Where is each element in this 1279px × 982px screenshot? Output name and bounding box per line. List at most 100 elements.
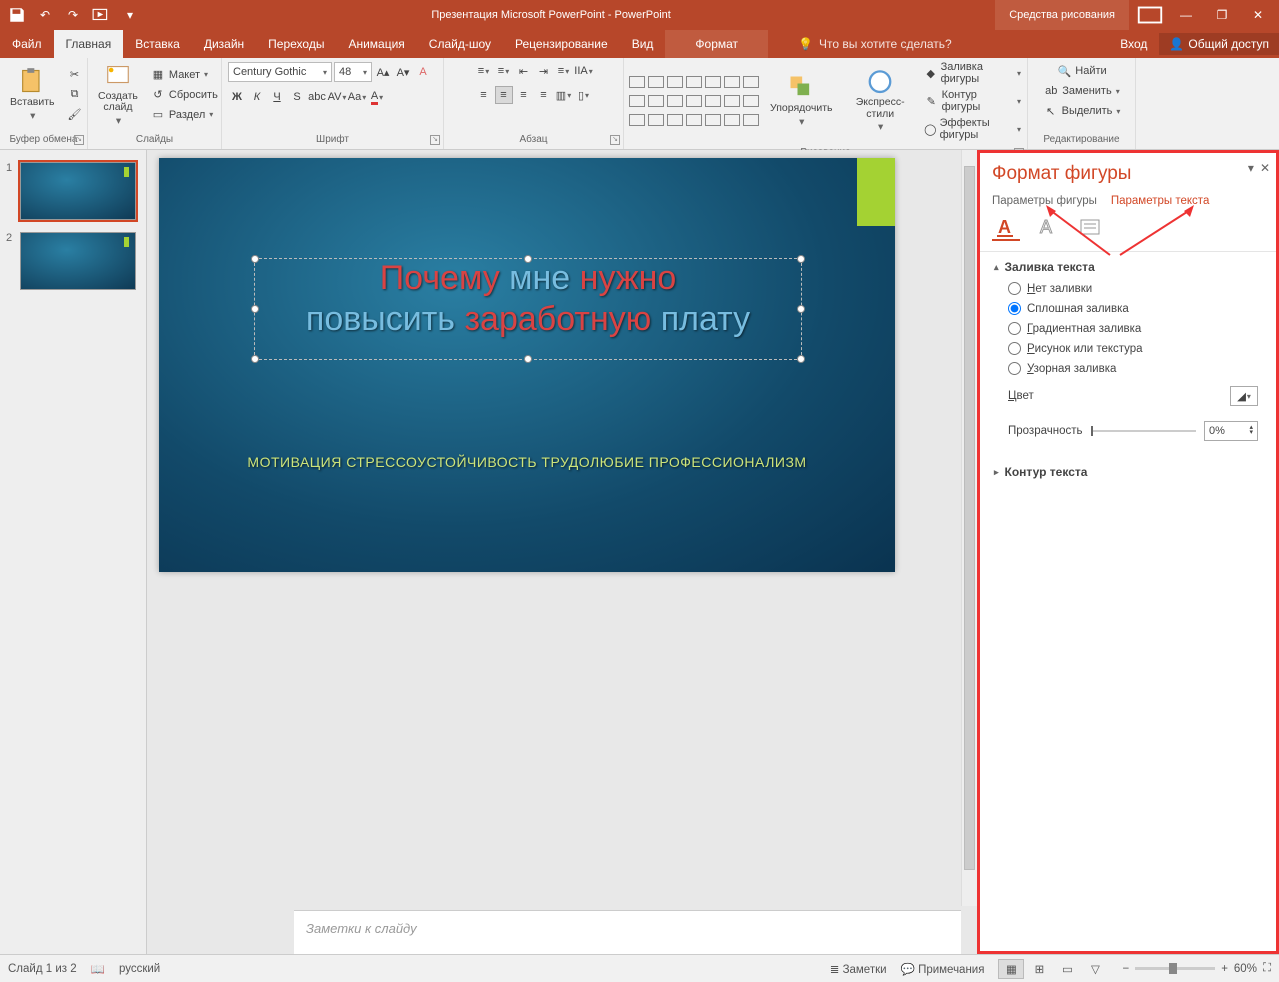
- minimize-icon[interactable]: —: [1171, 6, 1201, 24]
- text-fill-outline-icon[interactable]: A: [992, 215, 1020, 241]
- align-left-button[interactable]: ≡: [475, 86, 493, 104]
- fit-to-window-button[interactable]: ⛶: [1263, 962, 1271, 975]
- transparency-spinner[interactable]: 0%▴▾: [1204, 421, 1258, 441]
- bullets-button[interactable]: ≡▾: [475, 62, 493, 80]
- font-color-button[interactable]: A▾: [368, 88, 386, 106]
- tab-design[interactable]: Дизайн: [192, 30, 256, 58]
- sign-in-link[interactable]: Вход: [1108, 37, 1159, 51]
- comments-toggle[interactable]: 💬 Примечания: [901, 962, 985, 976]
- radio-no-fill[interactable]: Нет заливки: [1008, 282, 1258, 295]
- slideshow-view-button[interactable]: ▽: [1082, 959, 1108, 979]
- radio-gradient-fill[interactable]: Градиентная заливка: [1008, 322, 1258, 335]
- grow-font-button[interactable]: A▴: [374, 63, 392, 81]
- bold-button[interactable]: Ж: [228, 88, 246, 106]
- strikethrough-button[interactable]: S: [288, 88, 306, 106]
- numbering-button[interactable]: ≡▾: [495, 62, 513, 80]
- notes-toggle[interactable]: ≣ Заметки: [830, 962, 887, 976]
- slide-editor[interactable]: Почему мне нужно повысить заработную пла…: [147, 150, 977, 954]
- tab-home[interactable]: Главная: [54, 30, 124, 58]
- font-size-combo[interactable]: 48▾: [334, 62, 372, 82]
- zoom-in-button[interactable]: +: [1221, 963, 1228, 975]
- shrink-font-button[interactable]: A▾: [394, 63, 412, 81]
- char-spacing-button[interactable]: AV▾: [328, 88, 346, 106]
- tell-me-search[interactable]: 💡Что вы хотите сделать?: [798, 37, 952, 51]
- find-button[interactable]: 🔍Найти: [1054, 62, 1108, 80]
- shape-fill-button[interactable]: ◆Заливка фигуры▾: [922, 60, 1023, 86]
- tab-format[interactable]: Формат: [665, 30, 768, 58]
- paste-button[interactable]: Вставить▾: [4, 62, 61, 128]
- subtitle-textbox[interactable]: МОТИВАЦИЯ СТРЕССОУСТОЙЧИВОСТЬ ТРУДОЛЮБИЕ…: [159, 454, 895, 470]
- format-painter-button[interactable]: 🖌: [65, 106, 85, 124]
- tab-insert[interactable]: Вставка: [123, 30, 192, 58]
- slide-indicator[interactable]: Слайд 1 из 2: [8, 963, 77, 975]
- save-icon[interactable]: [8, 6, 26, 24]
- launcher-icon[interactable]: ↘: [610, 135, 620, 145]
- tab-animations[interactable]: Анимация: [336, 30, 416, 58]
- spellcheck-icon[interactable]: 📖: [91, 962, 105, 976]
- textbox-icon[interactable]: [1076, 215, 1104, 241]
- color-picker-button[interactable]: ◢▾: [1230, 386, 1258, 406]
- change-case-button[interactable]: Aa▾: [348, 88, 366, 106]
- align-center-button[interactable]: ≡: [495, 86, 513, 104]
- maximize-icon[interactable]: ❐: [1207, 6, 1237, 24]
- title-textbox[interactable]: Почему мне нужно повысить заработную пла…: [254, 258, 802, 360]
- align-text-button[interactable]: ▯▾: [575, 86, 593, 104]
- zoom-slider[interactable]: [1135, 967, 1215, 970]
- section-text-fill[interactable]: ▴Заливка текста: [994, 260, 1262, 274]
- launcher-icon[interactable]: ↘: [74, 135, 84, 145]
- layout-button[interactable]: ▦Макет▾: [148, 66, 220, 84]
- justify-button[interactable]: ≡: [535, 86, 553, 104]
- reading-view-button[interactable]: ▭: [1054, 959, 1080, 979]
- columns-button[interactable]: ▥▾: [555, 86, 573, 104]
- sorter-view-button[interactable]: ⊞: [1026, 959, 1052, 979]
- tab-file[interactable]: Файл: [0, 30, 54, 58]
- tab-shape-options[interactable]: Параметры фигуры: [992, 195, 1097, 207]
- line-spacing-button[interactable]: ≡▾: [555, 62, 573, 80]
- close-icon[interactable]: ✕: [1243, 6, 1273, 24]
- undo-icon[interactable]: ↶: [36, 6, 54, 24]
- zoom-level[interactable]: 60%: [1234, 963, 1257, 975]
- font-name-combo[interactable]: Century Gothic▾: [228, 62, 332, 82]
- notes-pane[interactable]: Заметки к слайду: [294, 910, 961, 954]
- increase-indent-button[interactable]: ⇥: [535, 62, 553, 80]
- italic-button[interactable]: К: [248, 88, 266, 106]
- tab-text-options[interactable]: Параметры текста: [1111, 195, 1209, 207]
- text-direction-button[interactable]: IIA▾: [575, 62, 593, 80]
- copy-button[interactable]: ⧉: [65, 86, 85, 104]
- share-button[interactable]: 👤Общий доступ: [1159, 33, 1279, 55]
- section-text-outline[interactable]: ▸Контур текста: [994, 465, 1262, 479]
- language-indicator[interactable]: русский: [119, 963, 160, 975]
- radio-pattern-fill[interactable]: Узорная заливка: [1008, 362, 1258, 375]
- slide-canvas[interactable]: Почему мне нужно повысить заработную пла…: [159, 158, 895, 572]
- start-from-beginning-icon[interactable]: [92, 6, 110, 24]
- cut-button[interactable]: ✂: [65, 66, 85, 84]
- thumbnail-2[interactable]: 2: [6, 232, 136, 290]
- tab-review[interactable]: Рецензирование: [503, 30, 620, 58]
- radio-solid-fill[interactable]: Сплошная заливка: [1008, 302, 1258, 315]
- zoom-out-button[interactable]: −: [1122, 963, 1129, 975]
- underline-button[interactable]: Ч: [268, 88, 286, 106]
- shapes-gallery[interactable]: [628, 73, 760, 129]
- launcher-icon[interactable]: ↘: [430, 135, 440, 145]
- normal-view-button[interactable]: ▦: [998, 959, 1024, 979]
- text-effects-icon[interactable]: A: [1034, 215, 1062, 241]
- shape-effects-button[interactable]: ◯Эффекты фигуры▾: [922, 116, 1023, 142]
- transparency-slider[interactable]: [1091, 430, 1197, 432]
- radio-picture-fill[interactable]: Рисунок или текстура: [1008, 342, 1258, 355]
- tab-transitions[interactable]: Переходы: [256, 30, 336, 58]
- tab-slideshow[interactable]: Слайд-шоу: [417, 30, 503, 58]
- arrange-button[interactable]: Упорядочить▾: [764, 68, 838, 134]
- tab-view[interactable]: Вид: [620, 30, 666, 58]
- pane-options-icon[interactable]: ▾: [1248, 161, 1254, 175]
- thumbnail-1[interactable]: 1: [6, 162, 136, 220]
- reset-button[interactable]: ↺Сбросить: [148, 86, 220, 104]
- pane-close-icon[interactable]: ✕: [1260, 161, 1270, 175]
- section-button[interactable]: ▭Раздел▾: [148, 106, 220, 124]
- align-right-button[interactable]: ≡: [515, 86, 533, 104]
- quick-styles-button[interactable]: Экспресс-стили▾: [842, 68, 917, 134]
- ribbon-display-icon[interactable]: [1135, 6, 1165, 24]
- vertical-scrollbar[interactable]: [961, 150, 977, 906]
- shape-outline-button[interactable]: ✎Контур фигуры▾: [922, 88, 1023, 114]
- qat-more-icon[interactable]: ▾: [121, 6, 139, 24]
- new-slide-button[interactable]: Создать слайд▾: [92, 62, 144, 128]
